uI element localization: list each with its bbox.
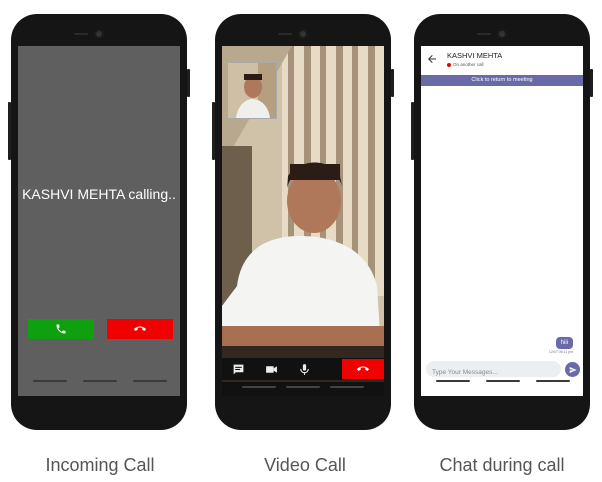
- return-to-meeting-banner[interactable]: Click to return to meeting: [421, 75, 583, 86]
- chat-icon: [233, 364, 244, 374]
- chat-button[interactable]: [222, 358, 255, 380]
- call-toolbar: [222, 358, 384, 380]
- back-arrow-icon: [428, 55, 436, 63]
- power-button: [391, 69, 394, 97]
- earpiece: [278, 33, 292, 35]
- screen: [222, 46, 384, 396]
- end-call-button[interactable]: [342, 359, 384, 379]
- caption-video-call: Video Call: [264, 455, 346, 475]
- phone-accept-icon: [56, 324, 66, 334]
- system-nav: [31, 376, 167, 390]
- call-status: On another call: [447, 62, 484, 67]
- phone-chat-during-call: KASHVI MEHTA On another call Click to re…: [411, 14, 593, 430]
- video-camera-icon: [266, 365, 277, 373]
- volume-button: [411, 102, 414, 160]
- self-view-pip[interactable]: [227, 62, 277, 119]
- accept-call-button[interactable]: [28, 319, 94, 339]
- phone-decline-icon: [134, 326, 146, 331]
- send-icon: [569, 366, 577, 373]
- calling-text: KASHVI MEHTA calling..: [22, 186, 176, 202]
- microphone-icon: [300, 363, 309, 375]
- earpiece: [74, 33, 88, 35]
- screen: KASHVI MEHTA calling..: [18, 46, 180, 396]
- back-button[interactable]: [426, 53, 440, 67]
- power-button: [590, 69, 593, 97]
- send-button[interactable]: [565, 362, 580, 377]
- caption-chat-during-call: Chat during call: [439, 455, 565, 475]
- message-input-container: [426, 361, 563, 381]
- phone-video-call: [212, 14, 394, 430]
- self-view-video: [228, 63, 276, 118]
- front-camera: [497, 29, 507, 39]
- status-dot: [447, 62, 451, 67]
- mute-button[interactable]: [288, 358, 321, 380]
- screen: KASHVI MEHTA On another call Click to re…: [421, 46, 583, 396]
- contact-name: KASHVI MEHTA: [447, 51, 503, 60]
- volume-button: [212, 102, 215, 160]
- caption-incoming-call: Incoming Call: [45, 455, 155, 475]
- status-text: On another call: [453, 62, 484, 67]
- video-toggle-button[interactable]: [255, 358, 288, 380]
- end-call-icon: [357, 366, 369, 371]
- decline-call-button[interactable]: [107, 319, 173, 339]
- front-camera: [94, 29, 104, 39]
- message-bubble: hiii: [555, 337, 573, 349]
- chat-header: KASHVI MEHTA On another call: [421, 46, 583, 76]
- message-timestamp: 12/07 06:11 pm: [548, 350, 573, 354]
- phone-incoming-call: KASHVI MEHTA calling..: [8, 14, 190, 430]
- system-nav: [222, 382, 384, 396]
- front-camera: [298, 29, 308, 39]
- earpiece: [477, 33, 491, 35]
- system-nav: [434, 376, 570, 390]
- volume-button: [8, 102, 11, 160]
- power-button: [187, 69, 190, 97]
